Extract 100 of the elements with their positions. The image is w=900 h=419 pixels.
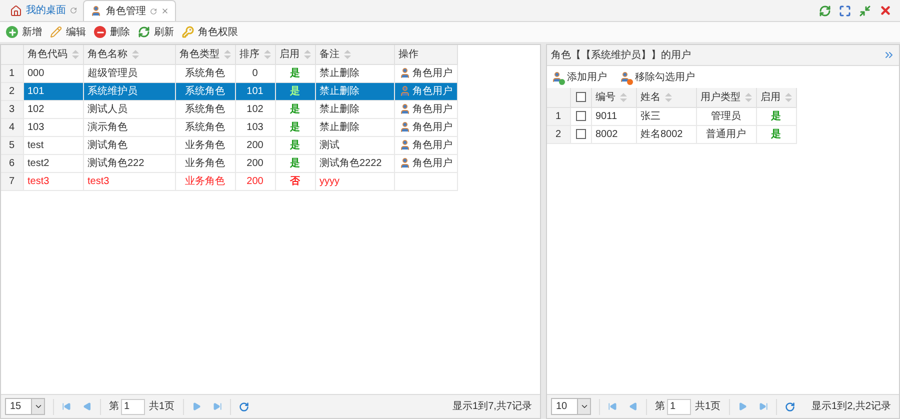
close-icon[interactable]: [161, 7, 169, 15]
delete-icon: [94, 26, 106, 38]
refresh-icon[interactable]: [70, 7, 77, 14]
column-header[interactable]: 启用: [756, 88, 796, 107]
next-page-icon[interactable]: [192, 402, 201, 411]
toolbar-button[interactable]: 刷新: [138, 24, 174, 40]
row-number: 2: [547, 125, 570, 143]
row-number: 1: [547, 107, 570, 125]
page-label: 第: [655, 400, 665, 414]
table-row[interactable]: 4 103 演示角色 系统角色 103 是 禁止删除 角色用户: [1, 118, 457, 136]
table-row[interactable]: 3 102 测试人员 系统角色 102 是 禁止删除 角色用户: [1, 100, 457, 118]
table-row[interactable]: 1 000 超级管理员 系统角色 0 是 禁止删除 角色用户: [1, 64, 457, 82]
page-input[interactable]: 1: [121, 398, 145, 414]
row-checkbox[interactable]: [576, 129, 586, 139]
previous-page-icon[interactable]: [83, 402, 92, 411]
reload-icon[interactable]: [238, 402, 249, 412]
toolbar-button[interactable]: 角色权限: [182, 24, 238, 40]
table-cell: 200: [235, 136, 275, 154]
role-users-link[interactable]: 角色用户: [398, 138, 452, 152]
dropdown-icon: [34, 402, 42, 411]
table-cell: 000: [23, 64, 83, 82]
record-summary: 显示1到7,共7记录: [452, 400, 533, 414]
last-page-icon[interactable]: [758, 402, 768, 411]
toolbar-button[interactable]: 移除勾选用户: [619, 70, 695, 84]
table-cell: 普通用户: [696, 125, 756, 143]
page-input[interactable]: 1: [667, 398, 691, 414]
first-page-icon[interactable]: [608, 402, 617, 411]
table-cell: 是: [756, 125, 796, 143]
table-cell: 200: [235, 172, 275, 190]
column-header[interactable]: 用户类型: [696, 88, 756, 107]
role-users-link[interactable]: 角色用户: [398, 156, 452, 170]
table-cell: 是: [275, 136, 315, 154]
page-size-select[interactable]: 15: [5, 398, 45, 415]
table-cell: 测试角色2222: [315, 154, 394, 172]
row-checkbox[interactable]: [576, 111, 586, 121]
toolbar-button[interactable]: 新增: [6, 24, 42, 40]
table-row[interactable]: 6 test2 测试角色222 业务角色 200 是 测试角色2222 角色用户: [1, 154, 457, 172]
user-icon: [398, 85, 410, 97]
row-number: 3: [1, 100, 23, 118]
tab-label: 我的桌面: [26, 4, 66, 18]
column-header[interactable]: 备注: [315, 45, 394, 64]
reload-icon[interactable]: [784, 402, 795, 412]
sort-icon: [664, 92, 672, 102]
table-cell: 是: [275, 118, 315, 136]
restore-icon[interactable]: [859, 4, 871, 16]
role-users-link[interactable]: 角色用户: [398, 66, 452, 80]
table-cell: 102: [235, 100, 275, 118]
collapse-icon[interactable]: [883, 49, 895, 61]
column-header[interactable]: 姓名: [636, 88, 696, 107]
previous-page-icon[interactable]: [629, 402, 638, 411]
table-cell: 102: [23, 100, 83, 118]
sort-icon: [344, 50, 350, 59]
pencil-icon: [50, 26, 62, 38]
toolbar-button[interactable]: 删除: [94, 24, 130, 40]
role-users-link[interactable]: 角色用户: [398, 102, 452, 116]
table-cell: 系统角色: [175, 82, 235, 100]
table-cell: 张三: [636, 107, 696, 125]
close-icon[interactable]: [879, 4, 892, 17]
home-icon: [10, 4, 22, 16]
column-header[interactable]: 编号: [591, 88, 636, 107]
sort-icon: [620, 92, 626, 102]
column-header[interactable]: 角色代码: [23, 45, 83, 64]
tab[interactable]: 角色管理: [83, 0, 176, 21]
column-header[interactable]: 排序: [235, 45, 275, 64]
table-row[interactable]: 5 test 测试角色 业务角色 200 是 测试 角色用户: [1, 136, 457, 154]
select-all-checkbox[interactable]: [576, 92, 586, 102]
table-cell: 是: [275, 154, 315, 172]
column-header[interactable]: 角色名称: [83, 45, 175, 64]
toolbar-button[interactable]: 添加用户: [551, 70, 607, 84]
table-cell: 测试: [315, 136, 394, 154]
role-users-link[interactable]: 角色用户: [398, 84, 452, 98]
record-summary: 显示1到2,共2记录: [812, 400, 892, 414]
sort-icon: [224, 50, 230, 59]
table-cell: 姓名8002: [636, 125, 696, 143]
role-users-link[interactable]: 角色用户: [398, 120, 452, 134]
add-user-icon: [551, 71, 563, 83]
column-header[interactable]: 启用: [275, 45, 315, 64]
column-header[interactable]: 角色类型: [175, 45, 235, 64]
page-size-select[interactable]: 10: [551, 398, 591, 415]
table-cell: 系统维护员: [83, 82, 175, 100]
column-header[interactable]: 操作: [394, 45, 457, 64]
table-cell: 测试角色222: [83, 154, 175, 172]
sort-icon: [264, 50, 270, 59]
table-cell: yyyy: [315, 172, 394, 190]
refresh-icon[interactable]: [150, 8, 157, 14]
table-cell: 禁止删除: [315, 118, 394, 136]
next-page-icon[interactable]: [738, 402, 747, 411]
table-cell: 系统角色: [175, 64, 235, 82]
fullscreen-icon[interactable]: [839, 4, 851, 16]
toolbar-button[interactable]: 编辑: [50, 24, 86, 40]
total-pages: 共1页: [149, 400, 175, 414]
refresh-icon: [138, 26, 150, 38]
last-page-icon[interactable]: [212, 402, 222, 411]
table-row[interactable]: 2 101 系统维护员 系统角色 101 是 禁止删除 角色用户: [1, 82, 457, 100]
table-cell: 200: [235, 154, 275, 172]
table-cell: 103: [23, 118, 83, 136]
first-page-icon[interactable]: [62, 402, 71, 411]
tab[interactable]: 我的桌面: [4, 0, 83, 21]
refresh-icon[interactable]: [819, 4, 831, 16]
table-cell: 是: [275, 82, 315, 100]
